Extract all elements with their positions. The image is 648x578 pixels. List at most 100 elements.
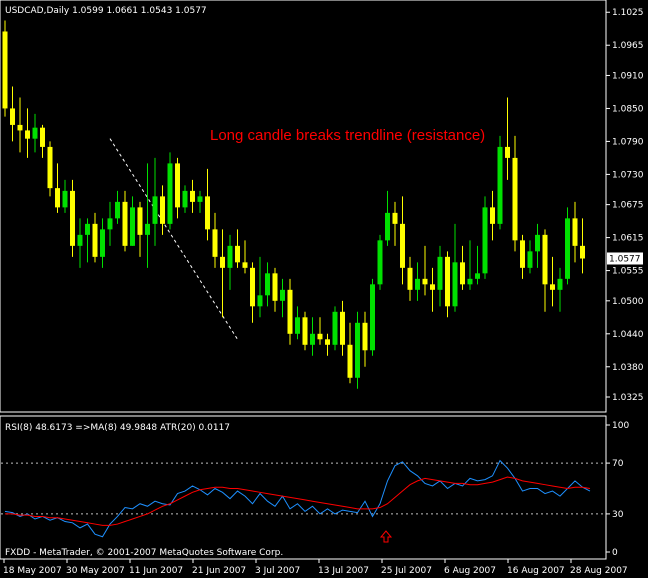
- candle-body: [272, 273, 278, 301]
- candle: [430, 267, 435, 312]
- candle: [62, 179, 68, 213]
- candle: [310, 317, 315, 356]
- candle-body: [92, 223, 98, 257]
- candle-body: [325, 339, 330, 345]
- annotation-text: Long candle breaks trendline (resistance…: [210, 127, 485, 144]
- candle: [85, 218, 90, 263]
- candle: [557, 267, 563, 312]
- candle: [182, 185, 188, 213]
- date-tick-label: 18 May 2007: [3, 566, 62, 576]
- candle: [115, 190, 120, 224]
- candle-body: [70, 190, 75, 246]
- candle-body: [205, 196, 210, 230]
- trendline-group: [109, 138, 238, 340]
- date-tick-label: 11 Jun 2007: [129, 566, 183, 576]
- chart-canvas[interactable]: 1.1025 1.0965 1.0910 1.0850 1.0790 1.0730 1.06…: [0, 0, 648, 578]
- candle-body: [250, 267, 255, 307]
- candle: [145, 163, 150, 268]
- candle-body: [17, 124, 23, 131]
- candle-body: [32, 127, 38, 139]
- candle: [505, 97, 510, 180]
- candle-body: [430, 284, 435, 290]
- rsi-ma-line: [5, 476, 591, 526]
- candle-body: [520, 240, 525, 268]
- date-axis-ticks: 18 May 2007 30 May 2007 11 Jun 2007 21 Jun …: [3, 559, 628, 576]
- candle: [32, 113, 38, 153]
- price-tick-label: 1.0380: [612, 363, 644, 373]
- candle: [107, 201, 113, 246]
- price-tick-label: 1.0965: [612, 41, 644, 51]
- candle: [497, 135, 503, 230]
- candle: [377, 234, 383, 290]
- candle-body: [47, 146, 53, 189]
- candle-body: [422, 278, 428, 285]
- candle-body: [62, 190, 68, 208]
- candle-body: [482, 207, 488, 274]
- candle-body: [10, 108, 15, 125]
- candle-body: [385, 212, 390, 241]
- candle: [460, 245, 465, 290]
- indicator-tick-label: 0: [612, 548, 618, 558]
- candle: [257, 256, 263, 318]
- candle: [572, 201, 578, 263]
- candle: [137, 201, 143, 257]
- candle: [220, 229, 225, 318]
- candle: [422, 245, 428, 296]
- candle: [197, 190, 203, 213]
- rsi-lines-group: [4, 459, 591, 538]
- indicator-tick-label: 70: [612, 459, 624, 469]
- candle-body: [302, 317, 308, 345]
- price-tick-label: 1.0910: [612, 71, 644, 81]
- candle: [70, 179, 75, 257]
- candle-body: [377, 240, 383, 285]
- candle: [17, 97, 23, 153]
- footer-copyright: FXDD - MetaTrader, © 2001-2007 MetaQuote…: [5, 548, 283, 558]
- candle: [55, 163, 60, 213]
- candle: [355, 311, 360, 389]
- candle: [565, 207, 570, 285]
- candle: [535, 223, 540, 268]
- candle-body: [497, 146, 503, 224]
- price-tag: 1.0577: [607, 252, 643, 265]
- candle: [272, 267, 278, 312]
- candle-body: [400, 223, 405, 268]
- candle: [527, 240, 533, 274]
- candle-body: [535, 234, 540, 252]
- date-tick-label: 16 Aug 2007: [507, 566, 565, 576]
- candle: [542, 229, 548, 312]
- price-tick-label: 1.0850: [612, 104, 644, 114]
- candle-body: [340, 311, 345, 345]
- price-tick-label: 1.0325: [612, 393, 644, 403]
- price-tick-label: 1.0615: [612, 234, 644, 244]
- indicator-tick-label: 30: [612, 510, 624, 520]
- symbol-header: USDCAD,Daily 1.0599 1.0661 1.0543 1.0577: [5, 6, 207, 16]
- candle: [152, 157, 158, 246]
- candle: [467, 240, 473, 290]
- candle-body: [25, 130, 30, 139]
- price-tick-label: 1.0440: [612, 330, 644, 340]
- candle: [475, 245, 480, 285]
- price-tick-label: 1.0555: [612, 267, 644, 277]
- candle: [580, 218, 585, 274]
- candle: [340, 300, 345, 356]
- candle-body: [392, 212, 398, 224]
- candle-body: [160, 196, 165, 224]
- candle: [122, 190, 128, 252]
- candle-body: [310, 333, 315, 345]
- candle: [212, 212, 218, 268]
- candle: [190, 179, 195, 213]
- candle-body: [122, 201, 128, 246]
- candle-body: [227, 245, 233, 268]
- candle: [250, 262, 255, 323]
- candle: [392, 201, 398, 246]
- candle: [100, 218, 105, 268]
- candle: [175, 157, 180, 219]
- candle: [2, 20, 8, 117]
- candle-body: [452, 262, 458, 307]
- candle-body: [265, 273, 270, 296]
- candle-body: [565, 218, 570, 279]
- candle-body: [475, 273, 480, 279]
- candle: [227, 234, 233, 290]
- candle: [205, 168, 210, 241]
- candle: [77, 218, 83, 268]
